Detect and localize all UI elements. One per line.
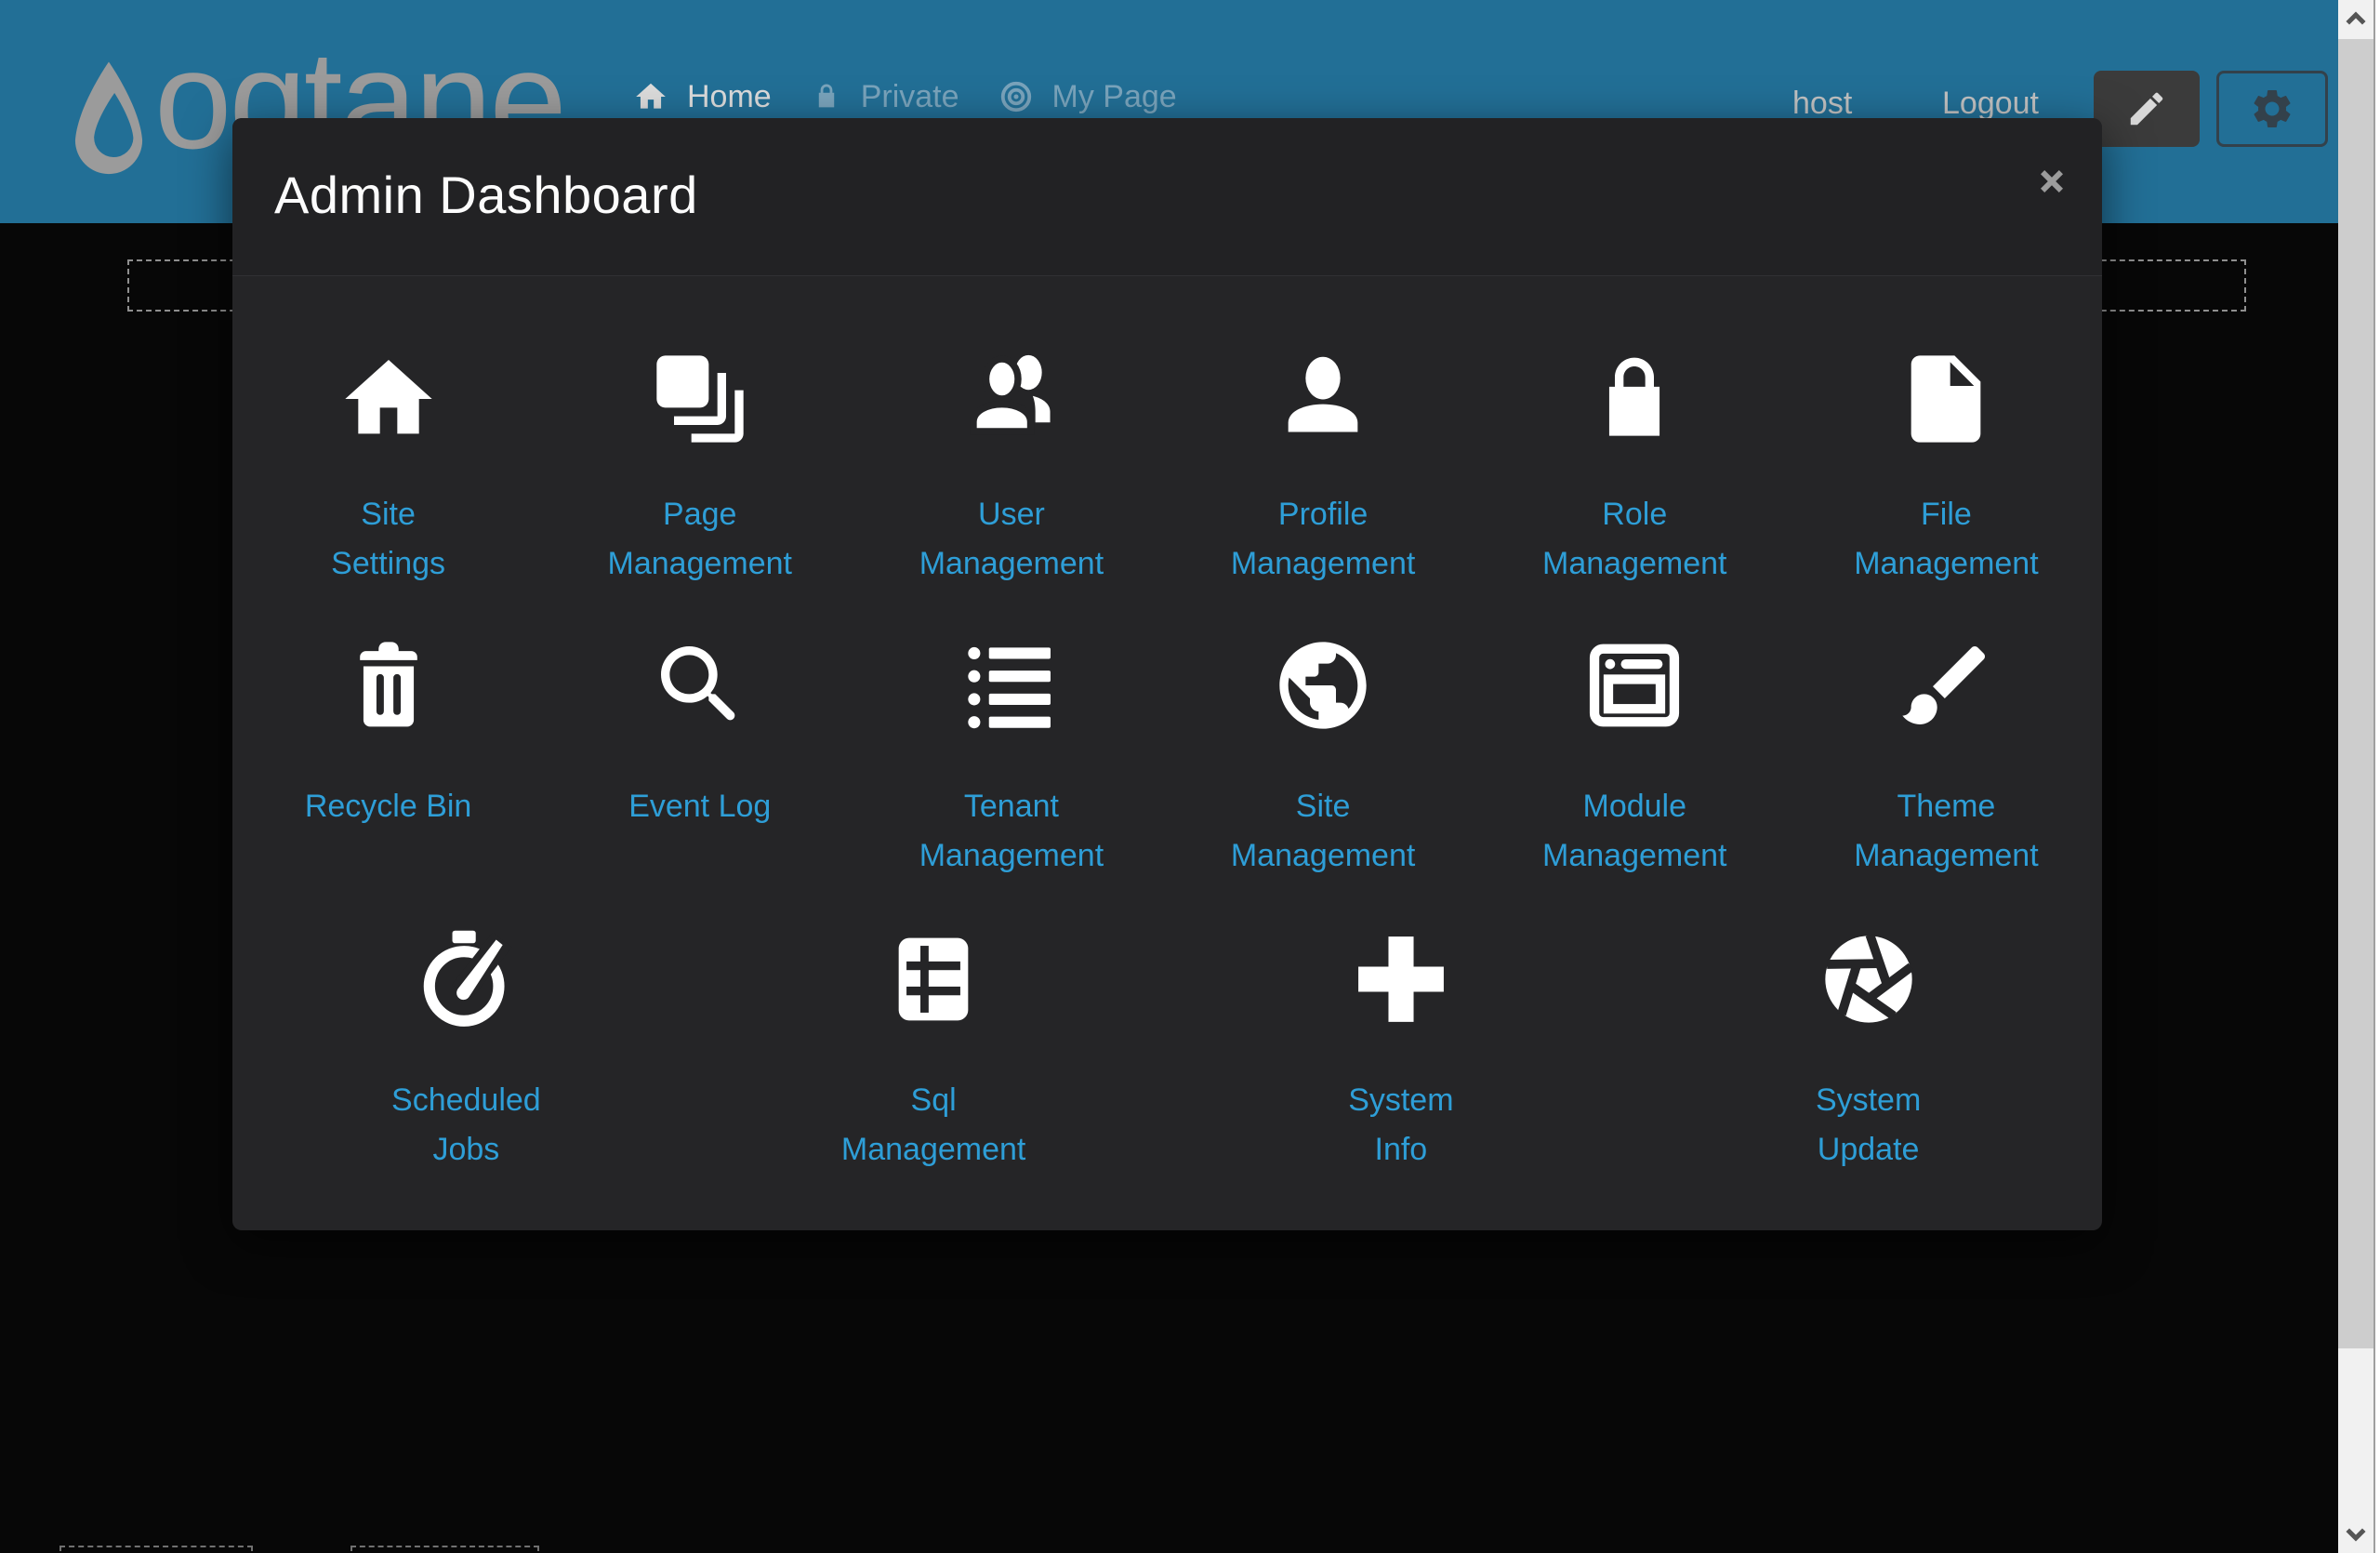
admin-dashboard-modal: Admin Dashboard SiteSettings PageM [232, 118, 2102, 1230]
modal-body: SiteSettings PageManagement [232, 276, 2102, 1175]
tile-label-line1: Theme [1854, 782, 2038, 831]
close-icon [2035, 165, 2069, 198]
app-screen: oqtane Home Private My Page host Logout [0, 0, 2380, 1553]
chevron-up-icon [2342, 6, 2370, 33]
tile-label-line2: Jobs [391, 1125, 541, 1175]
tile-role-management[interactable]: RoleManagement [1479, 276, 1791, 589]
tile-label-line1: Sql [841, 1076, 1025, 1125]
tile-label-line2: Settings [331, 539, 445, 589]
table-icon [879, 925, 987, 1033]
nav-item-home[interactable]: Home [633, 79, 772, 115]
tile-row-2: Recycle Bin Event Log [232, 589, 2102, 881]
tile-label-line1: System [1348, 1076, 1453, 1125]
tile-scheduled-jobs[interactable]: ScheduledJobs [232, 881, 700, 1175]
tile-system-info[interactable]: SystemInfo [1168, 881, 1635, 1175]
tile-label-line1: Site [331, 490, 445, 539]
tile-module-management[interactable]: ModuleManagement [1479, 589, 1791, 881]
tile-label-line1: Site [1231, 782, 1415, 831]
tile-label-line1: Module [1542, 782, 1726, 831]
edit-mode-button[interactable] [2094, 71, 2200, 147]
vertical-scrollbar[interactable] [2338, 0, 2380, 1553]
tile-label-line1: Profile [1231, 490, 1415, 539]
logout-link[interactable]: Logout [1942, 86, 2039, 122]
tile-label-line2: Management [919, 539, 1104, 589]
tile-label-line2: Management [841, 1125, 1025, 1175]
tile-system-update[interactable]: SystemUpdate [1634, 881, 2102, 1175]
timer-icon [412, 925, 520, 1033]
tile-tenant-management[interactable]: TenantManagement [855, 589, 1167, 881]
person-icon [1269, 345, 1377, 453]
username-link[interactable]: host [1792, 86, 1852, 122]
oqtane-logo[interactable] [68, 58, 150, 182]
tile-profile-management[interactable]: ProfileManagement [1168, 276, 1479, 589]
tile-label-line2: Management [1542, 831, 1726, 881]
aperture-icon [1815, 925, 1923, 1033]
tile-label-line2: Management [608, 539, 792, 589]
lock-icon [1580, 345, 1688, 453]
tile-label-line2: Management [1542, 539, 1726, 589]
lock-icon [811, 81, 842, 113]
pages-icon [646, 345, 754, 453]
home-icon [335, 345, 443, 453]
tile-label-line2: Update [1816, 1125, 1921, 1175]
scroll-down-button[interactable] [2338, 1514, 2373, 1553]
tile-site-management[interactable]: SiteManagement [1168, 589, 1479, 881]
scrollbar-thumb[interactable] [2338, 39, 2373, 1348]
tile-label-line2: Management [1231, 539, 1415, 589]
tile-page-management[interactable]: PageManagement [544, 276, 855, 589]
tile-label-line1: Event Log [628, 782, 771, 831]
brush-icon [1892, 631, 2000, 739]
tile-row-3: ScheduledJobs SqlManagement [232, 881, 2102, 1175]
tile-label-line1: Scheduled [391, 1076, 541, 1125]
plus-icon [1347, 925, 1455, 1033]
modal-title: Admin Dashboard [274, 165, 698, 225]
oqtane-drop-icon [68, 58, 150, 182]
users-icon [958, 345, 1065, 453]
home-icon [633, 79, 668, 114]
tile-site-settings[interactable]: SiteSettings [232, 276, 544, 589]
tile-event-log[interactable]: Event Log [544, 589, 855, 881]
target-icon [998, 79, 1034, 114]
tile-label-line1: Tenant [919, 782, 1104, 831]
close-button[interactable] [2028, 157, 2076, 206]
nav-private-label: Private [861, 79, 959, 115]
tile-label-line2: Management [1854, 539, 2038, 589]
tile-label-line2: Management [1854, 831, 2038, 881]
modal-header: Admin Dashboard [232, 118, 2102, 276]
tile-recycle-bin[interactable]: Recycle Bin [232, 589, 544, 881]
list-icon [958, 631, 1065, 739]
nav-home-label: Home [687, 79, 772, 115]
tile-label-line1: Recycle Bin [305, 782, 472, 831]
clipped-placeholder-1 [60, 1546, 253, 1553]
main-nav: Home Private My Page [633, 71, 1177, 123]
nav-item-my-page[interactable]: My Page [998, 79, 1177, 115]
scroll-up-button[interactable] [2338, 0, 2373, 39]
pencil-icon [2125, 87, 2168, 130]
tile-row-1: SiteSettings PageManagement [232, 276, 2102, 589]
tile-label-line1: Role [1542, 490, 1726, 539]
tile-file-management[interactable]: FileManagement [1791, 276, 2102, 589]
search-icon [646, 631, 754, 739]
chevron-down-icon [2342, 1520, 2370, 1547]
window-icon [1580, 631, 1688, 739]
globe-icon [1269, 631, 1377, 739]
trash-icon [335, 631, 443, 739]
tile-label-line1: System [1816, 1076, 1921, 1125]
tile-label-line2: Management [919, 831, 1104, 881]
tile-label-line1: User [919, 490, 1104, 539]
gear-icon [2249, 86, 2295, 132]
nav-item-private[interactable]: Private [811, 79, 959, 115]
settings-button[interactable] [2216, 71, 2328, 147]
tile-label-line1: File [1854, 490, 2038, 539]
nav-my-page-label: My Page [1052, 79, 1177, 115]
tile-label-line2: Management [1231, 831, 1415, 881]
tile-theme-management[interactable]: ThemeManagement [1791, 589, 2102, 881]
tile-label-line2: Info [1348, 1125, 1453, 1175]
tile-sql-management[interactable]: SqlManagement [700, 881, 1168, 1175]
tile-user-management[interactable]: UserManagement [855, 276, 1167, 589]
tile-label-line1: Page [608, 490, 792, 539]
clipped-placeholder-2 [350, 1546, 539, 1553]
window-edge [2373, 0, 2380, 1553]
file-icon [1892, 345, 2000, 453]
